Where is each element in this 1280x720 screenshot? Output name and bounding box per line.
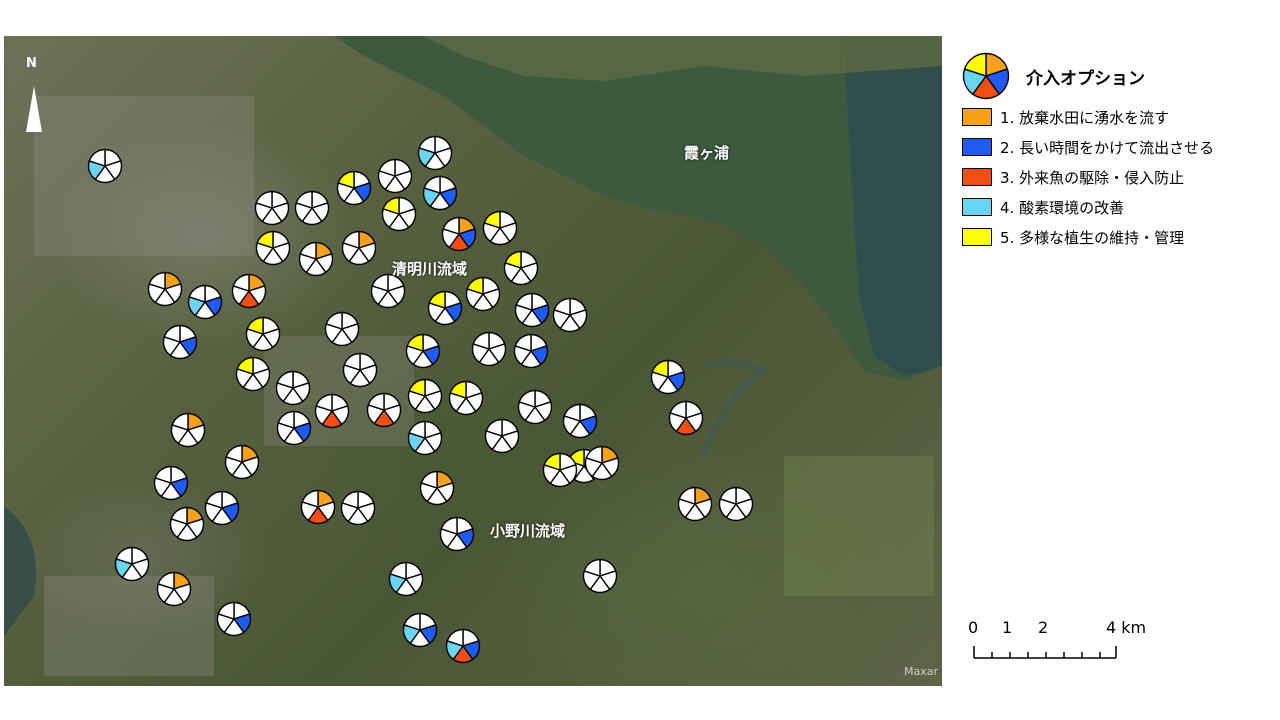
site-pie-site-36[interactable]	[517, 389, 553, 425]
legend-label-5: 5. 多様な植生の維持・管理	[1000, 228, 1185, 247]
site-pie-site-39[interactable]	[276, 410, 312, 446]
site-pie-site-08[interactable]	[381, 196, 417, 232]
site-pie-site-46[interactable]	[153, 465, 189, 501]
site-pie-site-30[interactable]	[275, 370, 311, 406]
legend-item-3: 3. 外来魚の駆除・侵入防止	[962, 162, 1262, 192]
north-label: N	[26, 56, 37, 71]
lake-label: 霞ヶ浦	[684, 144, 730, 162]
site-pie-site-26[interactable]	[405, 333, 441, 369]
site-pie-site-48[interactable]	[419, 470, 455, 506]
site-pie-site-63[interactable]	[156, 571, 192, 607]
legend: 介入オプション 1. 放棄水田に湧水を流す 2. 長い時間をかけて流出させる 3. …	[962, 50, 1262, 252]
site-pie-site-01[interactable]	[87, 148, 123, 184]
site-pie-site-09[interactable]	[441, 216, 477, 252]
site-pie-site-50[interactable]	[718, 486, 754, 522]
site-pie-site-31[interactable]	[342, 352, 378, 388]
site-pie-site-14[interactable]	[503, 250, 539, 286]
site-pie-site-22[interactable]	[552, 297, 588, 333]
site-pie-site-34[interactable]	[407, 378, 443, 414]
site-pie-site-12[interactable]	[298, 241, 334, 277]
site-pie-site-06[interactable]	[254, 190, 290, 226]
imagery-attribution: Maxar	[903, 665, 938, 678]
legend-swatch-4	[962, 198, 992, 216]
basin-label-south: 小野川流域	[490, 522, 566, 540]
site-pie-site-41[interactable]	[170, 412, 206, 448]
site-pie-site-57[interactable]	[439, 516, 475, 552]
site-pie-site-03[interactable]	[377, 158, 413, 194]
site-pie-site-24[interactable]	[245, 316, 281, 352]
site-pie-site-23[interactable]	[162, 324, 198, 360]
site-pie-site-19[interactable]	[465, 276, 501, 312]
site-pie-site-49[interactable]	[300, 489, 336, 525]
basin-label-north: 清明川流域	[392, 260, 468, 278]
legend-label-4: 4. 酸素環境の改善	[1000, 198, 1125, 217]
site-pie-site-25[interactable]	[324, 311, 360, 347]
site-pie-site-42[interactable]	[484, 418, 520, 454]
site-pie-site-20[interactable]	[427, 290, 463, 326]
site-pie-site-32[interactable]	[650, 359, 686, 395]
site-pie-site-40[interactable]	[407, 420, 443, 456]
scale-bar-ruler	[973, 646, 1117, 659]
site-pie-site-53[interactable]	[677, 486, 713, 522]
site-pie-site-54[interactable]	[340, 490, 376, 526]
site-pie-site-11[interactable]	[255, 230, 291, 266]
legend-item-5: 5. 多様な植生の維持・管理	[962, 222, 1262, 252]
site-pie-site-35[interactable]	[448, 380, 484, 416]
site-pie-site-17[interactable]	[187, 284, 223, 320]
legend-item-2: 2. 長い時間をかけて流出させる	[962, 132, 1262, 162]
legend-label-3: 3. 外来魚の駆除・侵入防止	[1000, 168, 1185, 187]
satellite-map[interactable]: N 霞ヶ浦 清明川流域 小野川流域 Maxar	[4, 36, 942, 686]
site-pie-site-37[interactable]	[562, 403, 598, 439]
site-pie-site-21[interactable]	[514, 292, 550, 328]
site-pie-site-04[interactable]	[336, 170, 372, 206]
legend-swatch-2	[962, 138, 992, 156]
legend-swatch-5	[962, 228, 992, 246]
legend-title: 介入オプション	[1026, 68, 1145, 89]
site-pie-site-59[interactable]	[216, 601, 252, 637]
legend-swatch-1	[962, 108, 992, 126]
legend-swatch-3	[962, 168, 992, 186]
site-pie-site-33[interactable]	[366, 392, 402, 428]
site-pie-site-47[interactable]	[542, 452, 578, 488]
site-pie-site-61[interactable]	[169, 506, 205, 542]
site-pie-site-60[interactable]	[445, 628, 481, 664]
site-pie-site-05[interactable]	[422, 175, 458, 211]
legend-pie-icon	[962, 52, 1010, 100]
site-pie-site-28[interactable]	[513, 333, 549, 369]
site-pie-site-45[interactable]	[668, 400, 704, 436]
site-pie-site-15[interactable]	[147, 271, 183, 307]
site-pie-site-51[interactable]	[584, 445, 620, 481]
site-pie-site-56[interactable]	[204, 490, 240, 526]
site-pie-site-18[interactable]	[231, 273, 267, 309]
scale-bar: 0 1 2 4 km	[962, 618, 1162, 668]
site-pie-site-27[interactable]	[471, 331, 507, 367]
legend-label-2: 2. 長い時間をかけて流出させる	[1000, 138, 1215, 157]
legend-item-4: 4. 酸素環境の改善	[962, 192, 1262, 222]
site-pie-site-29[interactable]	[235, 356, 271, 392]
site-pie-site-02[interactable]	[417, 135, 453, 171]
legend-label-1: 1. 放棄水田に湧水を流す	[1000, 108, 1170, 127]
site-pie-site-10[interactable]	[482, 210, 518, 246]
site-pie-site-58[interactable]	[402, 612, 438, 648]
site-pie-site-62[interactable]	[582, 558, 618, 594]
legend-item-1: 1. 放棄水田に湧水を流す	[962, 102, 1262, 132]
site-pie-site-44[interactable]	[224, 444, 260, 480]
site-pie-site-52[interactable]	[114, 546, 150, 582]
site-pie-site-13[interactable]	[341, 230, 377, 266]
site-pie-site-55[interactable]	[388, 561, 424, 597]
site-pie-site-38[interactable]	[314, 393, 350, 429]
site-pie-site-07[interactable]	[294, 190, 330, 226]
